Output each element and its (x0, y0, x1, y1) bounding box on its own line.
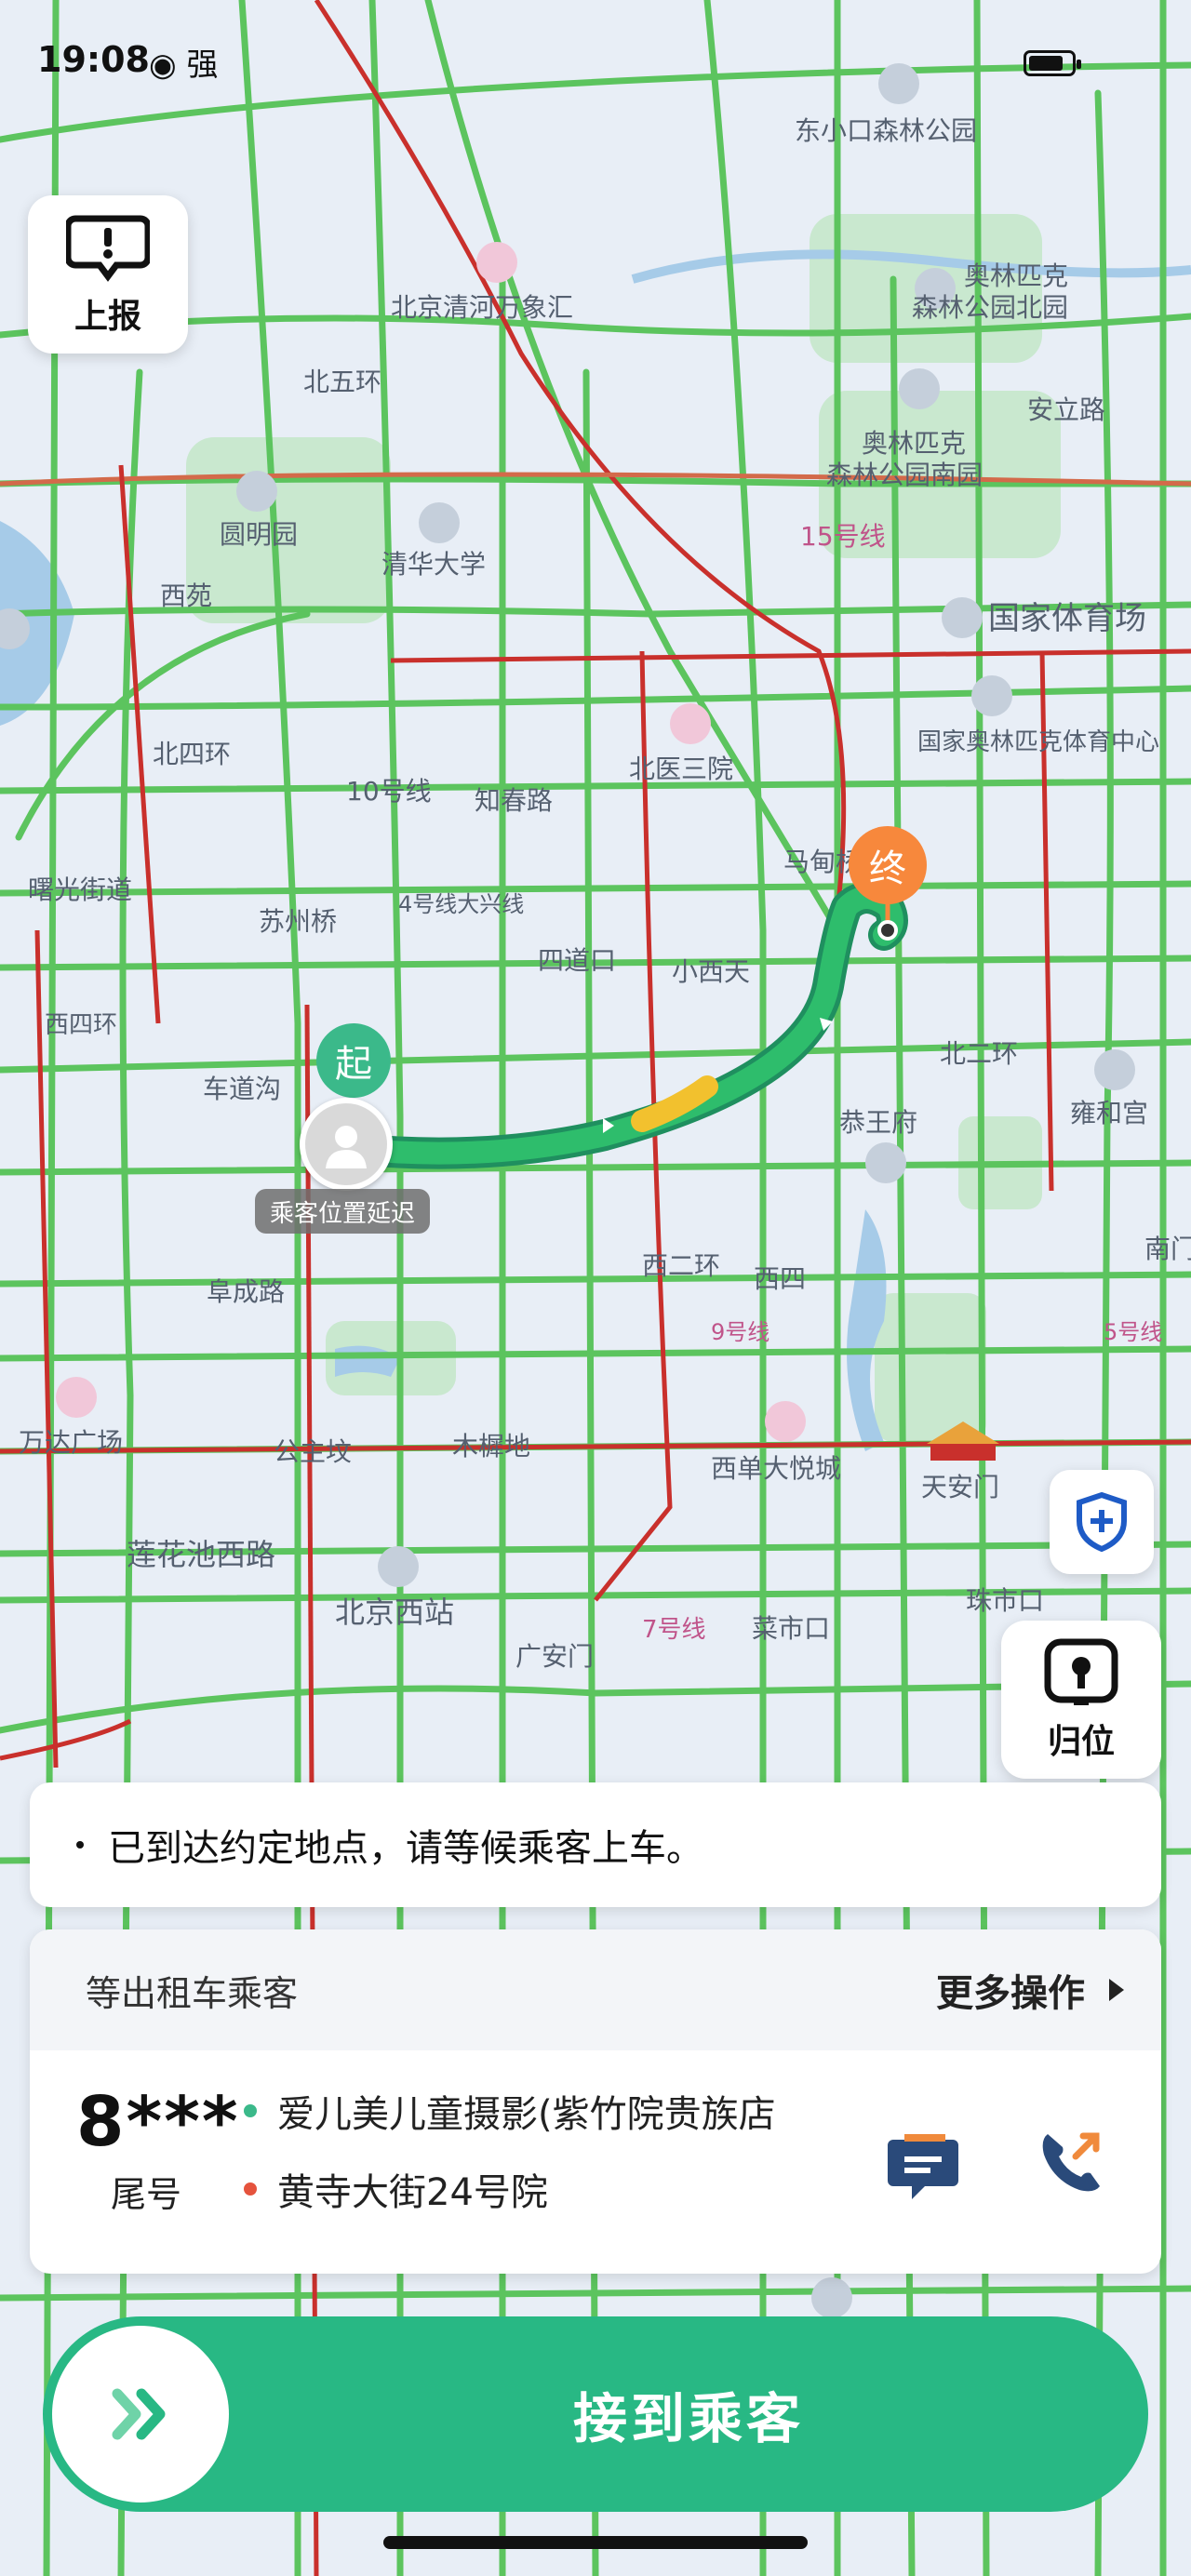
home-indicator[interactable] (383, 2536, 808, 2549)
destination-address: 黄寺大街24号院 (244, 2162, 548, 2216)
map-label: 4号线大兴线 (398, 891, 524, 917)
chevron-right-icon (1109, 1979, 1124, 2001)
destination-address-text: 黄寺大街24号院 (277, 2171, 548, 2214)
map-label: 四道口 (538, 945, 616, 976)
map-label: 知春路 (475, 785, 553, 816)
map-label: 万达广场 (19, 1427, 123, 1458)
map-label: 雍和宫 (1070, 1098, 1148, 1128)
report-icon (66, 215, 150, 282)
more-actions-button[interactable]: 更多操作 (936, 1963, 1124, 2017)
map-label: 15号线 (800, 521, 886, 552)
map-label: 西苑 (160, 581, 212, 611)
status-time: 19:08 (37, 39, 150, 80)
map-label: 木樨地 (452, 1431, 530, 1462)
picked-up-label: 接到乘客 (572, 2387, 804, 2450)
map-label: 国家奥林匹克体育中心 (917, 728, 1159, 756)
map-label: 小西天 (672, 956, 750, 987)
message-icon[interactable] (886, 2130, 960, 2205)
map-label: 圆明园 (220, 519, 298, 550)
signal-label: 强 (186, 47, 219, 84)
person-icon (326, 1126, 367, 1168)
map-label: 莲花池西路 (127, 1537, 275, 1572)
double-chevron-right-icon (112, 2388, 166, 2440)
map-label: 森林公园南园 (826, 460, 983, 490)
map-label: 公主坟 (274, 1436, 352, 1467)
map-label: 奥林匹克 (862, 428, 966, 459)
pickup-address-text: 爱儿美儿童摄影(紫竹院贵族店 (277, 2093, 776, 2136)
map-label: 奥林匹克 (964, 260, 1068, 291)
map-label: 西四 (754, 1263, 806, 1294)
map-label: 西四环 (45, 1011, 117, 1039)
map-label: 南门 (1144, 1234, 1191, 1264)
map-label: 阜成路 (207, 1276, 285, 1307)
notice-text: 已到达约定地点，请等候乘客上车。 (108, 1827, 703, 1870)
pickup-dot-icon (244, 2104, 257, 2117)
map-label: 西单大悦城 (711, 1453, 841, 1484)
map-label: 菜市口 (752, 1613, 830, 1644)
safety-button[interactable] (1050, 1470, 1154, 1574)
status-bar: 19:08 ◉ 强 (0, 0, 1191, 121)
status-signal: ◉ 强 (149, 39, 218, 85)
pickup-address: 爱儿美儿童摄影(紫竹院贵族店 (244, 2084, 776, 2138)
order-type-title: 等出租车乘客 (86, 1972, 299, 2014)
map-label: 10号线 (346, 776, 432, 807)
more-actions-label: 更多操作 (936, 1972, 1085, 2015)
order-card-body: 8*** 尾号 爱儿美儿童摄影(紫竹院贵族店 黄寺大街24号院 (30, 2050, 1161, 2274)
status-notice: 已到达约定地点，请等候乘客上车。 (30, 1782, 1161, 1907)
picked-up-slider[interactable]: 接到乘客 (43, 2316, 1148, 2512)
map-label: 安立路 (1027, 394, 1105, 425)
map-label: 清华大学 (381, 549, 486, 580)
recenter-button[interactable]: 归位 (1001, 1621, 1161, 1779)
map-label: 北京西站 (335, 1595, 454, 1630)
phone-tail-number: 8*** (76, 2082, 240, 2162)
slider-knob[interactable] (52, 2326, 229, 2503)
passenger-delay-tag: 乘客位置延迟 (255, 1189, 431, 1234)
report-button[interactable]: 上报 (28, 195, 188, 354)
map-label: 广安门 (515, 1641, 594, 1672)
battery-icon (1024, 50, 1081, 76)
bullet-dot (76, 1841, 84, 1849)
order-card-header: 等出租车乘客 更多操作 (30, 1929, 1161, 2050)
map-label: 国家体育场 (988, 600, 1146, 637)
map-label: 西二环 (642, 1250, 720, 1281)
map-label: 珠市口 (966, 1585, 1044, 1616)
recenter-icon (1044, 1638, 1118, 1705)
signal-icon: ◉ (149, 47, 177, 84)
map-label: 车道沟 (203, 1074, 281, 1104)
passenger-avatar[interactable] (300, 1098, 393, 1191)
map-label: 森林公园北园 (912, 292, 1068, 323)
map-label: 北京清河万象汇 (391, 292, 573, 323)
map-label: 北二环 (940, 1038, 1018, 1069)
map-label: 北医三院 (629, 754, 733, 784)
map-label: 7号线 (642, 1616, 706, 1644)
map-label: 苏州桥 (259, 906, 337, 937)
map-label: 恭王府 (839, 1107, 917, 1138)
phone-icon[interactable] (1035, 2125, 1109, 2199)
report-label: 上报 (74, 298, 141, 336)
map-label: 北四环 (153, 739, 231, 769)
start-marker: 起 (316, 1023, 391, 1098)
end-marker: 终 (849, 826, 927, 904)
map-label: 北五环 (303, 367, 381, 397)
phone-tail: 8*** 尾号 (76, 2082, 240, 2217)
recenter-label: 归位 (1047, 1723, 1115, 1761)
order-card: 等出租车乘客 更多操作 8*** 尾号 爱儿美儿童摄影(紫竹院贵族店 黄寺大街2… (30, 1929, 1161, 2274)
destination-dot-icon (244, 2182, 257, 2196)
shield-icon (1077, 1491, 1127, 1553)
map-label: 5号线 (1104, 1319, 1162, 1345)
map-label: 9号线 (711, 1319, 769, 1345)
map-label: 曙光街道 (28, 874, 132, 905)
phone-tail-label: 尾号 (110, 2174, 181, 2215)
map-label: 天安门 (921, 1472, 999, 1502)
